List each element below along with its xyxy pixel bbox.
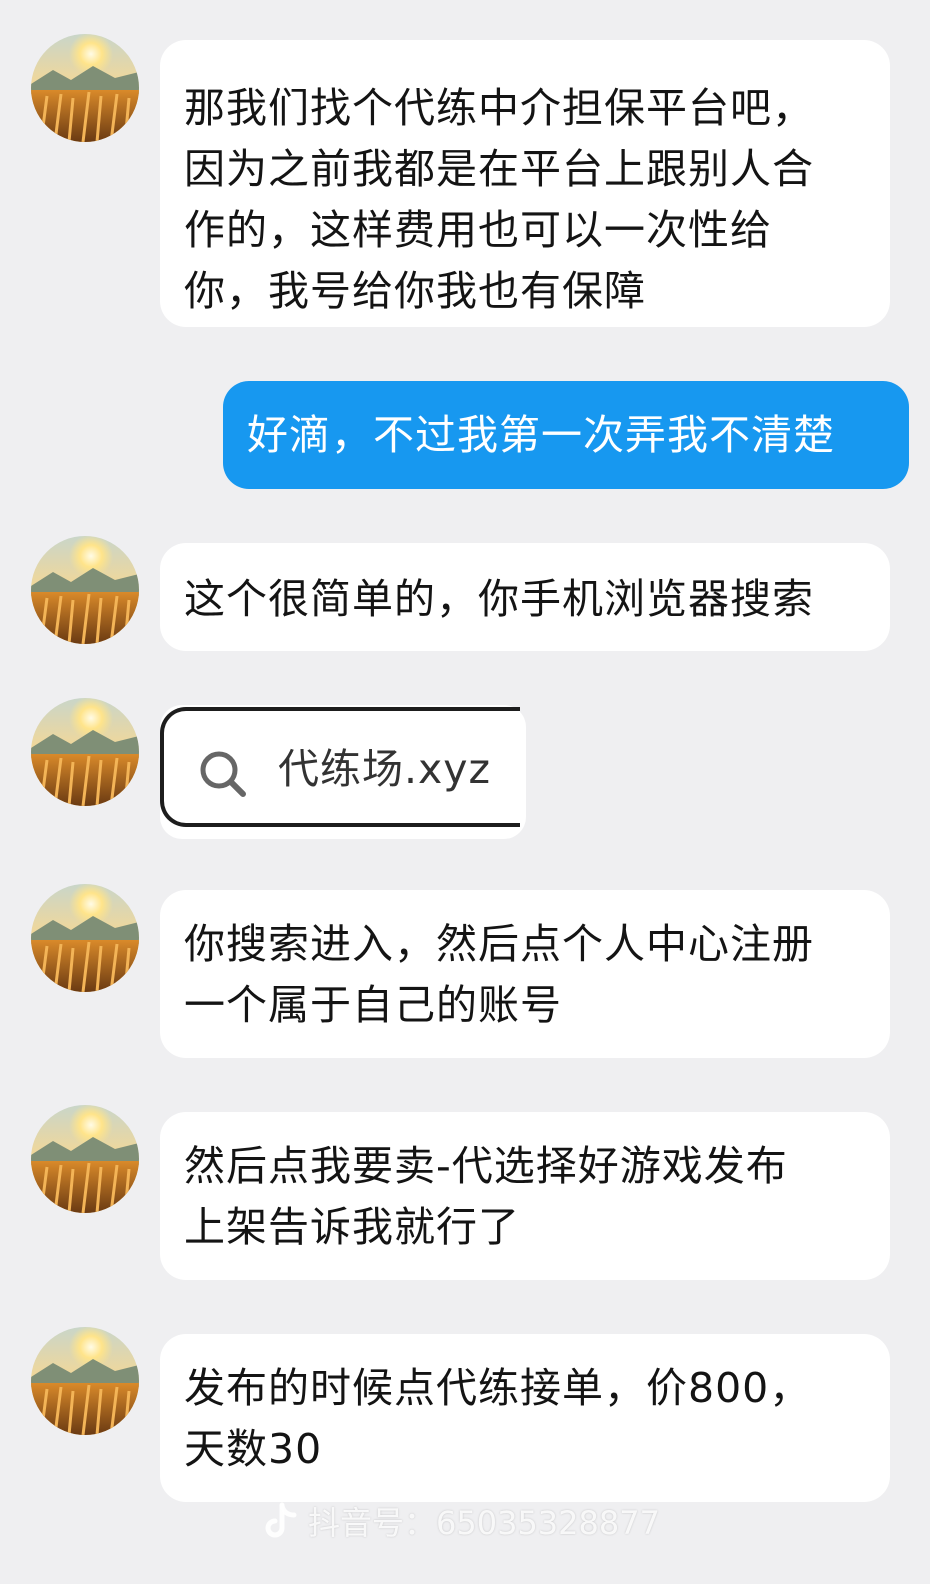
message-line: 发布的时候点代练接单，价800， — [184, 1364, 812, 1412]
watermark: 抖音号：65035328877 — [262, 1498, 660, 1544]
message-line: 这个很简单的，你手机浏览器搜索 — [184, 575, 814, 623]
message-bubble-incoming[interactable]: 那我们找个代练中介担保平台吧， 因为之前我都是在平台上跟别人合 作的，这样费用也… — [160, 40, 890, 327]
message-line: 作的，这样费用也可以一次性给 — [184, 206, 772, 254]
search-image-message[interactable]: 代练场.xyz — [160, 705, 526, 839]
message-line: 然后点我要卖-代选择好游戏发布 — [184, 1142, 788, 1190]
watermark-text: 抖音号：65035328877 — [308, 1504, 660, 1542]
message-bubble-outgoing[interactable]: 好滴，不过我第一次弄我不清楚 — [223, 381, 909, 489]
message-bubble-incoming[interactable]: 发布的时候点代练接单，价800， 天数30 — [160, 1334, 890, 1502]
message-line: 那我们找个代练中介担保平台吧， — [184, 84, 814, 132]
message-bubble-incoming[interactable]: 然后点我要卖-代选择好游戏发布 上架告诉我就行了 — [160, 1112, 890, 1280]
contact-avatar[interactable] — [31, 884, 139, 992]
contact-avatar[interactable] — [31, 536, 139, 644]
message-bubble-incoming[interactable]: 这个很简单的，你手机浏览器搜索 — [160, 543, 890, 651]
message-line: 你搜索进入，然后点个人中心注册 — [184, 920, 814, 968]
message-line: 因为之前我都是在平台上跟别人合 — [184, 145, 814, 193]
message-line: 好滴，不过我第一次弄我不清楚 — [247, 411, 835, 459]
douyin-logo-icon — [265, 1502, 297, 1538]
search-query-text: 代练场.xyz — [278, 745, 492, 793]
contact-avatar[interactable] — [31, 1105, 139, 1213]
message-bubble-incoming[interactable]: 你搜索进入，然后点个人中心注册 一个属于自己的账号 — [160, 890, 890, 1058]
search-icon — [200, 751, 246, 797]
contact-avatar[interactable] — [31, 1327, 139, 1435]
message-line: 上架告诉我就行了 — [184, 1203, 520, 1251]
message-line: 天数30 — [184, 1425, 323, 1473]
message-line: 一个属于自己的账号 — [184, 981, 562, 1029]
search-bar-image: 代练场.xyz — [160, 707, 520, 827]
message-line: 你，我号给你我也有保障 — [184, 267, 646, 315]
contact-avatar[interactable] — [31, 698, 139, 806]
contact-avatar[interactable] — [31, 34, 139, 142]
